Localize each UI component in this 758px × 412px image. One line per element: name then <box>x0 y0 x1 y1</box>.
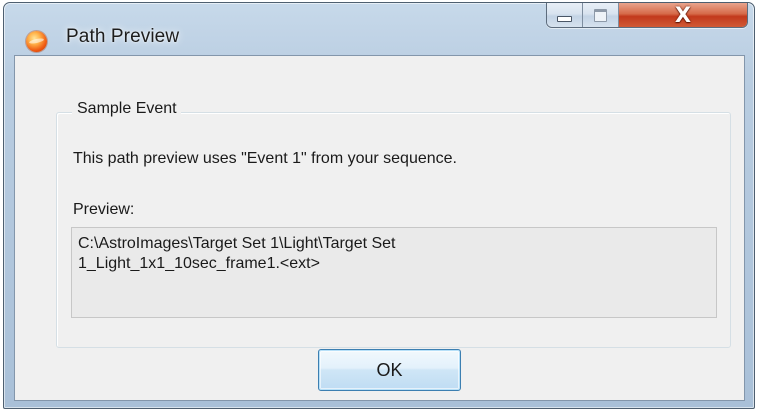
app-icon[interactable] <box>26 31 47 52</box>
window-title: Path Preview <box>66 26 180 47</box>
groupbox-legend: Sample Event <box>72 100 181 118</box>
dialog-client-area: Sample Event This path preview uses "Eve… <box>14 55 745 401</box>
path-preview-window: Path Preview X Sample Event This path pr… <box>3 2 755 409</box>
preview-path-field[interactable]: C:\AstroImages\Target Set 1\Light\Target… <box>71 227 717 318</box>
minimize-button[interactable] <box>547 3 583 27</box>
preview-description: This path preview uses "Event 1" from yo… <box>73 150 457 167</box>
close-button[interactable]: X <box>619 3 747 27</box>
maximize-button[interactable] <box>583 3 619 27</box>
minimize-icon <box>557 16 572 22</box>
window-controls: X <box>546 3 748 28</box>
close-icon: X <box>674 3 692 27</box>
maximize-icon <box>594 8 607 22</box>
title-bar[interactable]: Path Preview X <box>4 3 754 52</box>
ok-button[interactable]: OK <box>318 349 461 391</box>
preview-label: Preview: <box>73 201 135 218</box>
